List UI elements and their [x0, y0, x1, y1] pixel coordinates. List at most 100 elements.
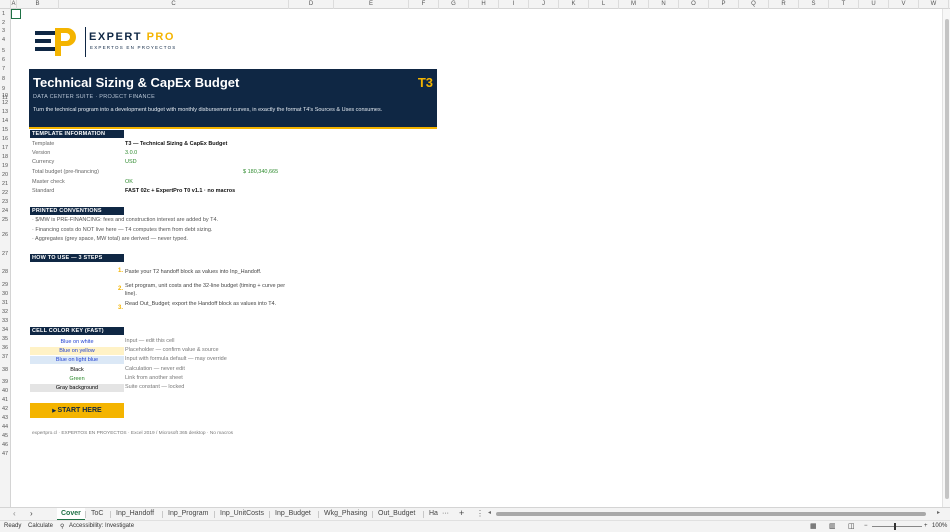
row-header-36[interactable]: 36 — [0, 344, 11, 353]
horizontal-scroll-thumb[interactable] — [496, 512, 926, 516]
column-header-b[interactable]: B — [17, 0, 59, 9]
zoom-level[interactable]: 100% — [932, 523, 947, 529]
zoom-slider-thumb[interactable] — [894, 523, 896, 530]
row-header-2[interactable]: 2 — [0, 19, 11, 27]
column-header-t[interactable]: T — [829, 0, 859, 9]
row-header-5[interactable]: 5 — [0, 45, 11, 57]
row-header-30[interactable]: 30 — [0, 290, 11, 299]
row-header-35[interactable]: 35 — [0, 335, 11, 344]
banner-accent-bar — [29, 127, 437, 129]
column-header-w[interactable]: W — [919, 0, 949, 9]
column-header-k[interactable]: K — [559, 0, 589, 9]
select-all-corner[interactable] — [0, 0, 11, 9]
column-header-v[interactable]: V — [889, 0, 919, 9]
page-break-icon[interactable]: ◫ — [848, 522, 855, 530]
row-header-37[interactable]: 37 — [0, 353, 11, 362]
zoom-in-icon[interactable]: + — [924, 523, 928, 529]
row-header-14[interactable]: 14 — [0, 117, 11, 126]
normal-view-icon[interactable]: ▦ — [810, 522, 817, 530]
row-header-28[interactable]: 28 — [0, 263, 11, 281]
row-header-31[interactable]: 31 — [0, 299, 11, 308]
column-header-s[interactable]: S — [799, 0, 829, 9]
info-value[interactable]: T3 — Technical Sizing & CapEx Budget — [125, 141, 227, 147]
row-header-19[interactable]: 19 — [0, 162, 11, 171]
row-header-44[interactable]: 44 — [0, 423, 11, 432]
column-header-r[interactable]: R — [769, 0, 799, 9]
row-header-17[interactable]: 17 — [0, 144, 11, 153]
key-description: Link from another sheet — [125, 375, 183, 381]
start-here-button[interactable]: ▶ START HERE — [30, 403, 124, 418]
column-header-p[interactable]: P — [709, 0, 739, 9]
column-header-e[interactable]: E — [334, 0, 409, 9]
row-header-20[interactable]: 20 — [0, 171, 11, 180]
column-header-j[interactable]: J — [529, 0, 559, 9]
row-header-3[interactable]: 3 — [0, 27, 11, 35]
row-header-26[interactable]: 26 — [0, 225, 11, 245]
row-header-46[interactable]: 46 — [0, 441, 11, 450]
status-calculate[interactable]: Calculate — [28, 523, 53, 529]
row-header-1[interactable]: 1 — [0, 9, 11, 19]
column-header-d[interactable]: D — [289, 0, 334, 9]
row-header-33[interactable]: 33 — [0, 317, 11, 326]
row-header-8[interactable]: 8 — [0, 75, 11, 83]
info-value[interactable]: 3.0.0 — [125, 150, 137, 156]
row-header-38[interactable]: 38 — [0, 362, 11, 378]
column-header-u[interactable]: U — [859, 0, 889, 9]
column-header-h[interactable]: H — [469, 0, 499, 9]
info-value[interactable]: FAST 02c + ExpertPro T0 v1.1 · no macros — [125, 188, 235, 194]
add-sheet-icon[interactable]: + — [459, 508, 464, 518]
row-header-39[interactable]: 39 — [0, 378, 11, 387]
row-header-34[interactable]: 34 — [0, 326, 11, 335]
scroll-thumb[interactable] — [945, 19, 949, 499]
column-header-g[interactable]: G — [439, 0, 469, 9]
row-header-7[interactable]: 7 — [0, 63, 11, 75]
row-header-27[interactable]: 27 — [0, 245, 11, 263]
row-header-42[interactable]: 42 — [0, 405, 11, 414]
horizontal-scrollbar[interactable]: ◂ ▸ — [488, 509, 940, 517]
row-header-4[interactable]: 4 — [0, 35, 11, 45]
row-header-12[interactable]: 12 — [0, 99, 11, 108]
row-header-16[interactable]: 16 — [0, 135, 11, 144]
row-header-24[interactable]: 24 — [0, 207, 11, 216]
row-header-21[interactable]: 21 — [0, 180, 11, 189]
column-header-q[interactable]: Q — [739, 0, 769, 9]
accessibility-icon[interactable]: ⚲ — [60, 523, 64, 530]
zoom-out-icon[interactable]: − — [864, 523, 868, 529]
selected-cell-a1[interactable] — [11, 9, 21, 19]
row-header-47[interactable]: 47 — [0, 450, 11, 459]
row-header-40[interactable]: 40 — [0, 387, 11, 396]
row-header-15[interactable]: 15 — [0, 126, 11, 135]
vertical-scrollbar[interactable] — [942, 9, 950, 507]
column-header-m[interactable]: M — [619, 0, 649, 9]
column-header-l[interactable]: L — [589, 0, 619, 9]
column-header-i[interactable]: I — [499, 0, 529, 9]
scroll-tabs-left-icon[interactable]: ‹ — [13, 509, 16, 518]
row-header-41[interactable]: 41 — [0, 396, 11, 405]
column-header-o[interactable]: O — [679, 0, 709, 9]
row-header-22[interactable]: 22 — [0, 189, 11, 198]
scroll-tabs-right-icon[interactable]: › — [30, 509, 33, 518]
scroll-left-icon[interactable]: ◂ — [488, 509, 491, 516]
more-tabs-icon[interactable]: ··· — [442, 510, 449, 517]
tab-options-icon[interactable]: ⋮ — [476, 509, 484, 518]
status-accessibility[interactable]: Accessibility: Investigate — [69, 523, 134, 529]
row-header-18[interactable]: 18 — [0, 153, 11, 162]
row-header-43[interactable]: 43 — [0, 414, 11, 423]
row-header-13[interactable]: 13 — [0, 108, 11, 117]
master-check-value[interactable]: OK — [125, 179, 133, 185]
scroll-right-icon[interactable]: ▸ — [937, 509, 940, 516]
column-header-c[interactable]: C — [59, 0, 289, 9]
row-header-32[interactable]: 32 — [0, 308, 11, 317]
total-budget-value[interactable]: $ 180,340,665 — [243, 169, 278, 175]
column-header-f[interactable]: F — [409, 0, 439, 9]
page-layout-icon[interactable]: ▥ — [829, 522, 836, 530]
step-number: 2. — [118, 286, 124, 292]
info-label: Template — [32, 141, 55, 147]
info-value[interactable]: USD — [125, 159, 137, 165]
row-header-23[interactable]: 23 — [0, 198, 11, 207]
column-header-n[interactable]: N — [649, 0, 679, 9]
zoom-slider[interactable] — [872, 523, 922, 530]
row-header-29[interactable]: 29 — [0, 281, 11, 290]
row-header-25[interactable]: 25 — [0, 216, 11, 225]
row-header-45[interactable]: 45 — [0, 432, 11, 441]
